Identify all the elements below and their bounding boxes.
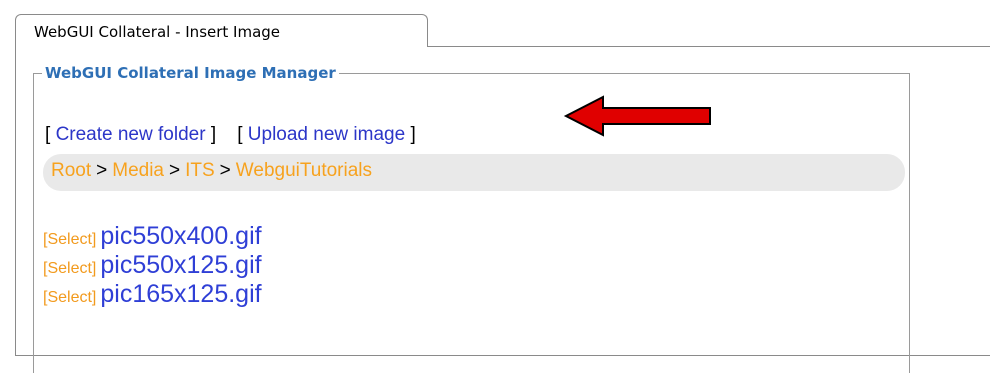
file-name[interactable]: pic165x125.gif [100, 280, 261, 308]
select-link[interactable]: [Select] [43, 260, 96, 277]
list-item: [Select] pic550x400.gif [43, 222, 262, 251]
file-name[interactable]: pic550x125.gif [100, 251, 261, 279]
breadcrumb: Root > Media > ITS > WebguiTutorials [43, 154, 905, 191]
select-link[interactable]: [Select] [43, 231, 96, 248]
file-list: [Select] pic550x400.gif [Select] pic550x12… [43, 222, 262, 309]
list-item: [Select] pic165x125.gif [43, 280, 262, 309]
tab-panel: WebGUI Collateral Image Manager [ Create… [15, 46, 990, 373]
breadcrumb-separator: > [219, 160, 231, 181]
select-link[interactable]: [Select] [43, 289, 96, 306]
tab-insert-image[interactable]: WebGUI Collateral - Insert Image [15, 14, 428, 47]
image-manager-fieldset: WebGUI Collateral Image Manager [ Create… [33, 64, 910, 373]
breadcrumb-separator: > [96, 160, 108, 181]
breadcrumb-its[interactable]: ITS [185, 160, 215, 181]
file-name[interactable]: pic550x400.gif [100, 222, 261, 250]
list-item: [Select] pic550x125.gif [43, 251, 262, 280]
upload-image-link[interactable]: Upload new image [248, 124, 405, 145]
bracket-open: [ [237, 124, 243, 145]
red-left-arrow-icon [563, 95, 711, 137]
image-manager-legend: WebGUI Collateral Image Manager [42, 64, 339, 82]
breadcrumb-root[interactable]: Root [51, 160, 91, 181]
manager-actions: [ Create new folder ] [ Upload new image… [45, 124, 416, 146]
breadcrumb-separator: > [169, 160, 181, 181]
bracket-close: ] [210, 124, 217, 145]
breadcrumb-media[interactable]: Media [112, 160, 164, 181]
tab-title: WebGUI Collateral - Insert Image [34, 23, 281, 41]
create-folder-link[interactable]: Create new folder [56, 124, 206, 145]
breadcrumb-webguitutorials[interactable]: WebguiTutorials [236, 160, 372, 181]
bracket-close: ] [410, 124, 416, 145]
bracket-open: [ [45, 124, 51, 145]
